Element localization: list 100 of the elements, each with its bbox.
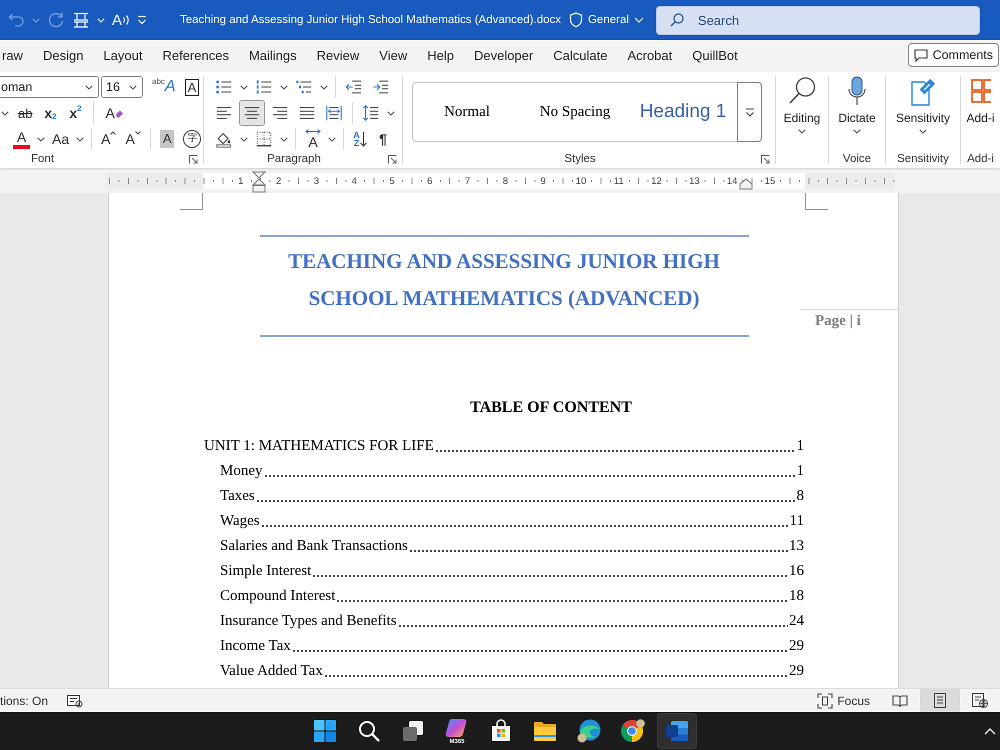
status-text: tions: On (0, 694, 48, 708)
caret-icon (240, 84, 248, 90)
grid-icon (969, 76, 992, 106)
caret-icon (387, 110, 395, 116)
subscript-button[interactable]: x2 (40, 102, 60, 124)
ruler-number: 8 (502, 176, 510, 186)
indent-marker-icon[interactable] (739, 178, 753, 190)
shrink-font-button[interactable]: A (122, 128, 144, 150)
ribbon-tab[interactable]: View (379, 41, 408, 69)
font-name-box[interactable]: oman (0, 76, 99, 98)
print-view-button[interactable] (920, 689, 960, 712)
toc-page-number: 1 (796, 462, 804, 481)
justify-icon (298, 104, 316, 122)
distributed-icon (325, 104, 343, 122)
folder-icon (533, 720, 557, 742)
sensitivity-label-button[interactable]: General (568, 12, 644, 28)
dialog-launcher-icon[interactable] (761, 154, 770, 164)
align-center-button[interactable] (239, 100, 265, 126)
ruler-number: 11 (612, 176, 625, 186)
grid-icon (72, 11, 90, 29)
toc-entry: Wages (220, 512, 260, 531)
document-app-button[interactable] (657, 713, 697, 749)
app-logo-icon (445, 718, 469, 738)
ribbon-tab[interactable]: Developer (474, 41, 534, 69)
toc-entry: Taxes (220, 487, 255, 506)
task-view-icon (401, 719, 425, 743)
ribbon-tab[interactable]: raw (2, 41, 23, 69)
ruler-number: 7 (464, 176, 472, 186)
dialog-launcher-icon[interactable] (388, 154, 397, 164)
undo-icon (7, 11, 25, 29)
group-label: Voice (842, 153, 872, 165)
shield-icon (568, 12, 583, 28)
line-spacing-icon (362, 104, 380, 122)
toc-entry: Income Tax (220, 637, 291, 656)
comments-button[interactable]: Comments (908, 43, 999, 67)
toc-entry: UNIT 1: MATHEMATICS FOR LIFE (204, 437, 434, 456)
document-status-icon[interactable] (67, 694, 84, 708)
ribbon-tab[interactable]: QuillBot (692, 41, 738, 69)
toc-entry: Insurance Types and Benefits (220, 612, 397, 631)
ruler-number: 9 (540, 176, 547, 186)
style-item[interactable]: Normal (413, 83, 521, 141)
read-aloud-button[interactable]: A (112, 9, 130, 31)
indent-marker-icon[interactable] (252, 171, 266, 193)
caret-icon (240, 136, 248, 142)
caret-icon (280, 136, 288, 142)
sensitivity-button[interactable]: Sensitivity (896, 72, 950, 152)
font-color-button[interactable]: A (10, 128, 33, 150)
ribbon-tab[interactable]: Mailings (248, 41, 297, 69)
focus-button[interactable]: Focus (817, 692, 870, 708)
ribbon-tab[interactable]: Review (316, 41, 360, 69)
paint-bucket-icon (215, 130, 233, 148)
bullet-list-icon (215, 78, 233, 96)
document-pencil-icon (909, 76, 937, 106)
chevron-down-icon (634, 17, 644, 23)
document-app-icon (665, 719, 689, 743)
ribbon-tab[interactable]: Calculate (553, 41, 608, 69)
character-spacing-button[interactable]: A (302, 128, 324, 150)
search-icon (670, 12, 684, 26)
editing-button[interactable]: Editing (784, 72, 820, 152)
caret-icon (1, 110, 9, 116)
sort-button[interactable]: AZ (350, 128, 370, 150)
caret-icon (37, 136, 45, 142)
ribbon-tab[interactable]: Help (427, 41, 454, 69)
microphone-icon (846, 76, 867, 106)
change-case-button[interactable]: Aa (49, 128, 72, 150)
numbered-list-icon (255, 78, 273, 96)
style-item[interactable]: Heading 1 (629, 83, 737, 141)
toc-page-number: 8 (796, 487, 804, 506)
search-field[interactable]: Search (656, 6, 980, 34)
caret-icon (852, 129, 861, 134)
strikethrough-button[interactable]: ab (15, 102, 36, 124)
ruler-number: 1 (237, 176, 244, 186)
decrease-indent-icon (345, 78, 363, 96)
toc-page-number: 16 (789, 562, 804, 581)
increase-indent-icon (372, 78, 390, 96)
group-label: Styles (564, 153, 596, 165)
ribbon-tab[interactable]: Design (42, 41, 84, 69)
ribbon-tab[interactable]: Acrobat (627, 41, 672, 69)
double-arrow-icon (305, 129, 321, 134)
caret-icon (919, 129, 927, 134)
borders-icon (255, 130, 273, 148)
add-ins-button[interactable]: Add-i (966, 72, 994, 152)
show-formatting-button[interactable]: ¶ (373, 128, 393, 150)
grow-font-button[interactable]: A (98, 128, 120, 150)
dialog-launcher-icon[interactable] (189, 154, 198, 164)
dictate-button[interactable]: Dictate (838, 72, 876, 152)
page-number-label: Page | i (815, 312, 861, 328)
more-styles-button[interactable] (737, 82, 762, 142)
show-hidden-icons-button[interactable] (984, 728, 996, 734)
group-label: Font (31, 153, 54, 165)
toc-entry: Salaries and Bank Transactions (220, 537, 408, 556)
ribbon-tab[interactable]: Layout (103, 41, 142, 69)
font-size-box[interactable]: 16 (101, 76, 143, 98)
style-item[interactable]: No Spacing (521, 83, 629, 141)
caret-icon (97, 18, 105, 22)
group-label: Sensitivity (897, 153, 949, 165)
clear-formatting-button[interactable]: A (102, 102, 127, 124)
toc-entry: Simple Interest (220, 562, 312, 581)
web-page-icon (972, 693, 988, 708)
ribbon-tab[interactable]: References (162, 41, 229, 69)
